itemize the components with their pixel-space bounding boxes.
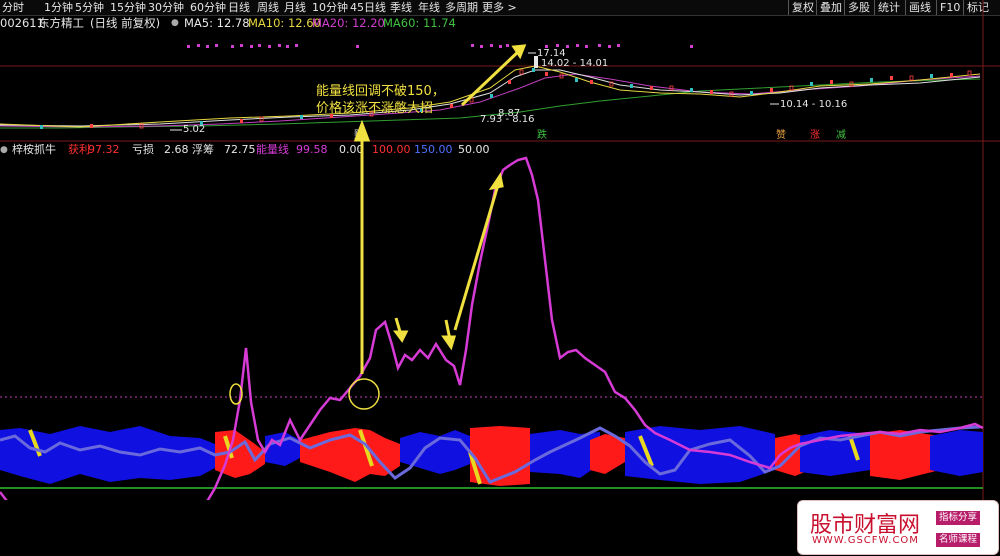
highlight-circle-2 (348, 378, 380, 410)
candle (240, 119, 243, 123)
red-band (870, 430, 940, 480)
signal-dot (499, 45, 502, 48)
candle (545, 72, 548, 76)
label-mid2: 7.93 - 8.16 (480, 114, 535, 125)
signal-dot (250, 45, 253, 48)
signal-dot (690, 45, 693, 48)
candle (519, 69, 524, 75)
arrow-head-3 (488, 172, 504, 191)
blue-band (530, 430, 600, 478)
signal-dot (356, 45, 359, 48)
arrow-up-3 (453, 184, 500, 331)
signal-dot (617, 44, 620, 47)
signal-dot (240, 44, 243, 47)
signal-dot (598, 44, 601, 47)
signal-zhang: 涨 (810, 129, 820, 141)
candle (770, 88, 773, 92)
signal-dot (278, 44, 281, 47)
signal-dot (268, 45, 271, 48)
signal-die: 跌 (537, 128, 547, 141)
signal-dot (490, 44, 493, 47)
label-low: 5.02 (183, 124, 205, 135)
candle (532, 68, 535, 72)
candle (630, 84, 633, 88)
signal-dot (556, 44, 559, 47)
chart-canvas: 17.14 14.02 - 14.01 10.14 - 10.16 5.02 8… (0, 0, 1000, 500)
signal-dot (585, 45, 588, 48)
signal-zan: 赞 (776, 128, 786, 141)
candle (90, 124, 93, 128)
candle (950, 73, 953, 77)
signal-dot (197, 44, 200, 47)
candle (870, 78, 873, 82)
candle (810, 82, 813, 86)
candle (450, 104, 453, 108)
candle (849, 81, 854, 87)
candle (650, 86, 653, 90)
signal-dot (286, 45, 289, 48)
arrow-head-5 (441, 335, 457, 351)
signal-dot (215, 44, 218, 47)
candle (40, 125, 43, 129)
annotation-line2: 价格该涨不涨憋大招 (316, 100, 433, 116)
logo-url: WWW.GSCFW.COM (812, 535, 919, 546)
arrow-head-4 (393, 330, 409, 343)
candle (490, 94, 493, 98)
candle (590, 80, 593, 84)
candle (259, 116, 264, 122)
candle (508, 80, 511, 84)
candle (967, 70, 972, 76)
signal-dot (231, 45, 234, 48)
signal-dot (566, 45, 569, 48)
chip-bands (0, 426, 983, 486)
logo-tag-2: 名师课程 (936, 533, 981, 547)
candle (710, 90, 713, 94)
signal-dots-top (187, 44, 693, 48)
candle (909, 75, 914, 81)
signal-dot (506, 44, 509, 47)
candle (890, 76, 893, 80)
candle (830, 80, 833, 84)
signal-dot (295, 44, 298, 47)
signal-dot (206, 45, 209, 48)
logo-tag-1: 指标分享 (936, 511, 981, 525)
arrow-head-1 (353, 119, 371, 142)
signal-dot (480, 45, 483, 48)
signal-dot (187, 45, 190, 48)
signal-dot (258, 44, 261, 47)
blue-band (930, 430, 983, 476)
label-range2: 10.14 - 10.16 (780, 99, 847, 110)
candle (690, 88, 693, 92)
candle (575, 78, 578, 82)
candle (930, 74, 933, 78)
candle (750, 91, 753, 95)
signal-jian: 减 (836, 129, 846, 141)
signal-dot (471, 44, 474, 47)
candle (300, 115, 303, 119)
signal-dot (576, 44, 579, 47)
annotation-line1: 能量线回调不破150， (316, 84, 445, 99)
signal-dot (608, 45, 611, 48)
label-range1: 14.02 - 14.01 (541, 58, 608, 69)
watermark-logo: 股市财富网 WWW.GSCFW.COM 指标分享 名师课程 (797, 500, 999, 555)
